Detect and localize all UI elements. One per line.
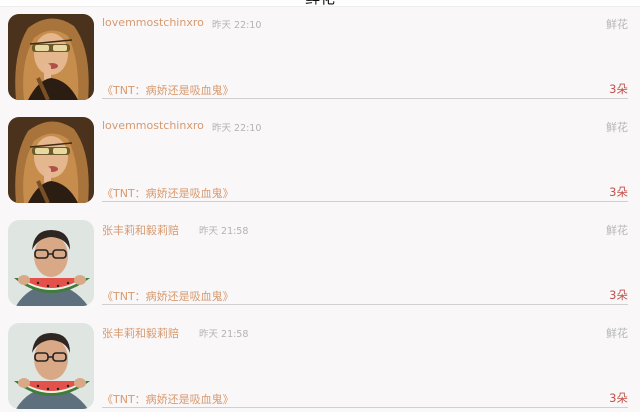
timestamp: 昨天 22:10 [212,20,262,31]
gift-type-label: 鲜花 [606,121,628,134]
gift-count: 3朵 [609,288,628,302]
gift-record-list: lovemmostchinxro 昨天 22:10 鲜花 《TNT：病娇还是吸血… [0,7,640,412]
woman-with-sunglasses-avatar[interactable] [8,117,94,203]
timestamp: 昨天 21:58 [199,329,249,340]
book-title-link[interactable]: 《TNT：病娇还是吸血鬼》 [102,391,234,407]
list-item[interactable]: lovemmostchinxro 昨天 22:10 鲜花 《TNT：病娇还是吸血… [0,110,640,213]
gift-type-label: 鲜花 [606,224,628,237]
row-divider [102,304,628,305]
list-item[interactable]: lovemmostchinxro 昨天 22:10 鲜花 《TNT：病娇还是吸血… [0,7,640,110]
list-item[interactable]: 张丰莉和毅莉赔 昨天 21:58 鲜花 《TNT：病娇还是吸血鬼》 3朵 [0,213,640,316]
row-divider [102,407,628,408]
flower-gift-list-page: 鲜花 [0,0,640,412]
timestamp: 昨天 21:58 [199,226,249,237]
book-title-link[interactable]: 《TNT：病娇还是吸血鬼》 [102,185,234,201]
gift-count: 3朵 [609,82,628,96]
gift-count: 3朵 [609,185,628,199]
avatar-image [8,14,94,100]
gift-count: 3朵 [609,391,628,405]
book-title-link[interactable]: 《TNT：病娇还是吸血鬼》 [102,82,234,98]
row-divider [102,201,628,202]
timestamp: 昨天 22:10 [212,123,262,134]
avatar-image [8,117,94,203]
username[interactable]: 张丰莉和毅莉赔 [102,325,179,341]
username[interactable]: lovemmostchinxro [102,119,204,132]
row-divider [102,98,628,99]
woman-with-sunglasses-avatar[interactable] [8,14,94,100]
username[interactable]: 张丰莉和毅莉赔 [102,222,179,238]
avatar-image [8,323,94,409]
gift-type-label: 鲜花 [606,18,628,31]
man-with-watermelon-avatar[interactable] [8,323,94,409]
gift-type-label: 鲜花 [606,327,628,340]
avatar-image [8,220,94,306]
man-with-watermelon-avatar[interactable] [8,220,94,306]
username[interactable]: lovemmostchinxro [102,16,204,29]
list-item[interactable]: 张丰莉和毅莉赔 昨天 21:58 鲜花 《TNT：病娇还是吸血鬼》 3朵 [0,316,640,412]
book-title-link[interactable]: 《TNT：病娇还是吸血鬼》 [102,288,234,304]
